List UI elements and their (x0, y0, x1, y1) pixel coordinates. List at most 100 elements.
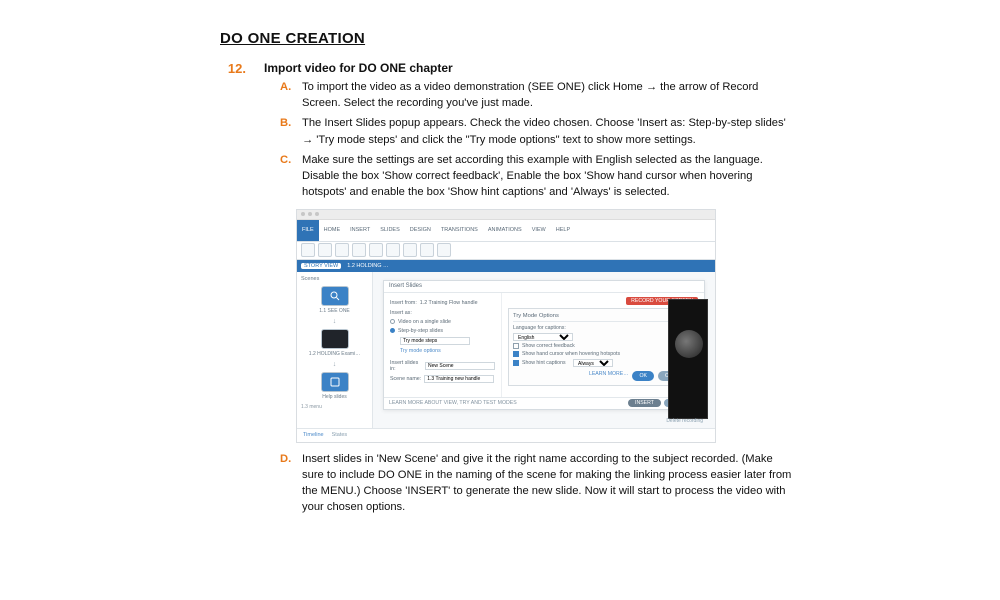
language-select[interactable]: English (513, 333, 573, 341)
tool-icon[interactable] (386, 243, 400, 257)
tool-icon[interactable] (403, 243, 417, 257)
ribbon: FILE HOME INSERT SLIDES DESIGN TRANSITIO… (297, 220, 715, 242)
sub-letter: B. (280, 115, 294, 147)
ribbon-tab[interactable]: DESIGN (405, 220, 436, 241)
sub-item-b: B. The Insert Slides popup appears. Chec… (280, 115, 794, 147)
scenes-panel: Scenes 1.1 SEE ONE ↓ 1.2 HOLDING Exami… … (297, 272, 373, 428)
try-mode-input[interactable] (400, 337, 470, 345)
ribbon-tab-file[interactable]: FILE (297, 220, 319, 241)
document-page: DO ONE CREATION 12. Import video for DO … (0, 0, 1000, 540)
label: Show correct feedback (522, 343, 575, 349)
scene-name-row: Scene name: (390, 375, 495, 383)
insert-button[interactable]: INSERT (628, 399, 661, 407)
tool-icon[interactable] (335, 243, 349, 257)
states-tab[interactable]: States (332, 432, 348, 438)
show-hand-checkbox[interactable]: Show hand cursor when hovering hotspots (513, 351, 693, 357)
ribbon-tab[interactable]: SLIDES (375, 220, 405, 241)
try-mode-steps-select[interactable] (390, 337, 495, 345)
step-body: Import video for DO ONE chapter A. To im… (264, 61, 794, 520)
modal-body: Insert from: 1.2 Training Flow handle In… (384, 293, 704, 397)
option-single-slide[interactable]: Video on a single slide (390, 319, 495, 325)
show-hint-checkbox[interactable]: Show hint captions Always (513, 359, 693, 367)
label: Insert slides in: (390, 360, 422, 372)
options-footer: LEARN MORE… OK CANCEL (513, 371, 693, 381)
ribbon-tools (297, 242, 715, 260)
sub-letter: A. (280, 79, 294, 111)
sub-letter: D. (280, 451, 294, 516)
label: Scene name: (390, 376, 421, 382)
tool-icon[interactable] (352, 243, 366, 257)
show-correct-checkbox[interactable]: Show correct feedback (513, 343, 693, 349)
ribbon-tab[interactable]: TRANSITIONS (436, 220, 483, 241)
ribbon-tab[interactable]: INSERT (345, 220, 375, 241)
embedded-screenshot: FILE HOME INSERT SLIDES DESIGN TRANSITIO… (296, 209, 716, 443)
tool-icon[interactable] (437, 243, 451, 257)
modal-left-panel: Insert from: 1.2 Training Flow handle In… (384, 293, 502, 397)
option-step-slides[interactable]: Step-by-step slides (390, 328, 495, 334)
modal-footer: LEARN MORE ABOUT VIEW, TRY AND TEST MODE… (384, 397, 704, 409)
dot-icon (308, 212, 312, 216)
video-preview (668, 299, 708, 419)
figure-footer: Timeline States (297, 428, 715, 442)
sub-item-c: C. Make sure the settings are set accord… (280, 152, 794, 201)
sub-item-d: D. Insert slides in 'New Scene' and give… (280, 451, 794, 516)
ok-button[interactable]: OK (632, 371, 654, 381)
dot-icon (301, 212, 305, 216)
sub-text: The Insert Slides popup appears. Check t… (302, 115, 794, 147)
step-heading: Import video for DO ONE chapter (264, 61, 794, 75)
scenes-panel-title: Scenes (301, 276, 368, 282)
label: Show hand cursor when hovering hotspots (522, 351, 620, 357)
storyview-band: STORY VIEW 1.2 HOLDING … (297, 260, 715, 272)
timeline-tab[interactable]: Timeline (303, 432, 324, 438)
tool-icon[interactable] (420, 243, 434, 257)
label: Insert from: (390, 300, 417, 306)
delete-recording-link[interactable]: Delete recording (666, 418, 703, 424)
section-title: DO ONE CREATION (220, 30, 940, 47)
dot-icon (315, 212, 319, 216)
tool-icon[interactable] (301, 243, 315, 257)
insert-slides-in-select[interactable] (425, 362, 495, 370)
thumb-label: 1.2 HOLDING Exami… (309, 351, 360, 357)
ribbon-tab[interactable]: HELP (551, 220, 575, 241)
insert-slides-modal: Insert Slides Insert from: 1.2 Training … (383, 280, 705, 410)
tool-icon[interactable] (318, 243, 332, 257)
label: Language for captions: (513, 325, 566, 331)
arrow-down-icon: ↓ (301, 318, 368, 325)
hint-when-select[interactable]: Always (573, 359, 613, 367)
insert-slides-in-row: Insert slides in: (390, 360, 495, 372)
scene-name: 1.2 HOLDING … (347, 263, 388, 269)
insert-as-label: Insert as: (390, 310, 495, 316)
checkbox-icon (513, 343, 519, 349)
insert-from-row: Insert from: 1.2 Training Flow handle (390, 300, 495, 306)
ribbon-tab[interactable]: ANIMATIONS (483, 220, 527, 241)
scene-thumb[interactable]: Help slides (308, 372, 362, 400)
help-icon (321, 372, 349, 392)
footer-info[interactable]: LEARN MORE ABOUT VIEW, TRY AND TEST MODE… (389, 400, 517, 406)
options-title: Try Mode Options (513, 313, 693, 322)
step-number: 12. (220, 61, 246, 520)
scene-name-input[interactable] (424, 375, 494, 383)
label: Show hint captions (522, 360, 566, 366)
checkbox-icon (513, 360, 519, 366)
radio-icon (390, 319, 395, 324)
step-sub-list-cont: D. Insert slides in 'New Scene' and give… (264, 451, 794, 516)
learn-more-link[interactable]: LEARN MORE… (589, 371, 629, 381)
modal-right-panel: RECORD YOUR SCREEN Try Mode Options Lang… (502, 293, 704, 397)
window-titlebar (297, 210, 715, 220)
figure-main: Insert Slides Insert from: 1.2 Training … (373, 272, 715, 428)
storyview-chip[interactable]: STORY VIEW (301, 263, 341, 269)
try-mode-options-link[interactable]: Try mode options (390, 348, 495, 354)
ribbon-tab[interactable]: HOME (319, 220, 346, 241)
checkbox-icon (513, 351, 519, 357)
thumb-label: Help slides (322, 394, 346, 400)
arrow-down-icon: ↓ (301, 361, 368, 368)
tool-icon[interactable] (369, 243, 383, 257)
sub-text: Make sure the settings are set according… (302, 152, 794, 201)
language-field: Language for captions: (513, 325, 693, 331)
ribbon-tab[interactable]: VIEW (527, 220, 551, 241)
modal-title: Insert Slides (389, 283, 422, 289)
scene-thumb[interactable]: 1.1 SEE ONE (308, 286, 362, 314)
scene-thumb[interactable]: 1.2 HOLDING Exami… (308, 329, 362, 357)
label: Video on a single slide (398, 319, 451, 325)
radio-icon (390, 328, 395, 333)
